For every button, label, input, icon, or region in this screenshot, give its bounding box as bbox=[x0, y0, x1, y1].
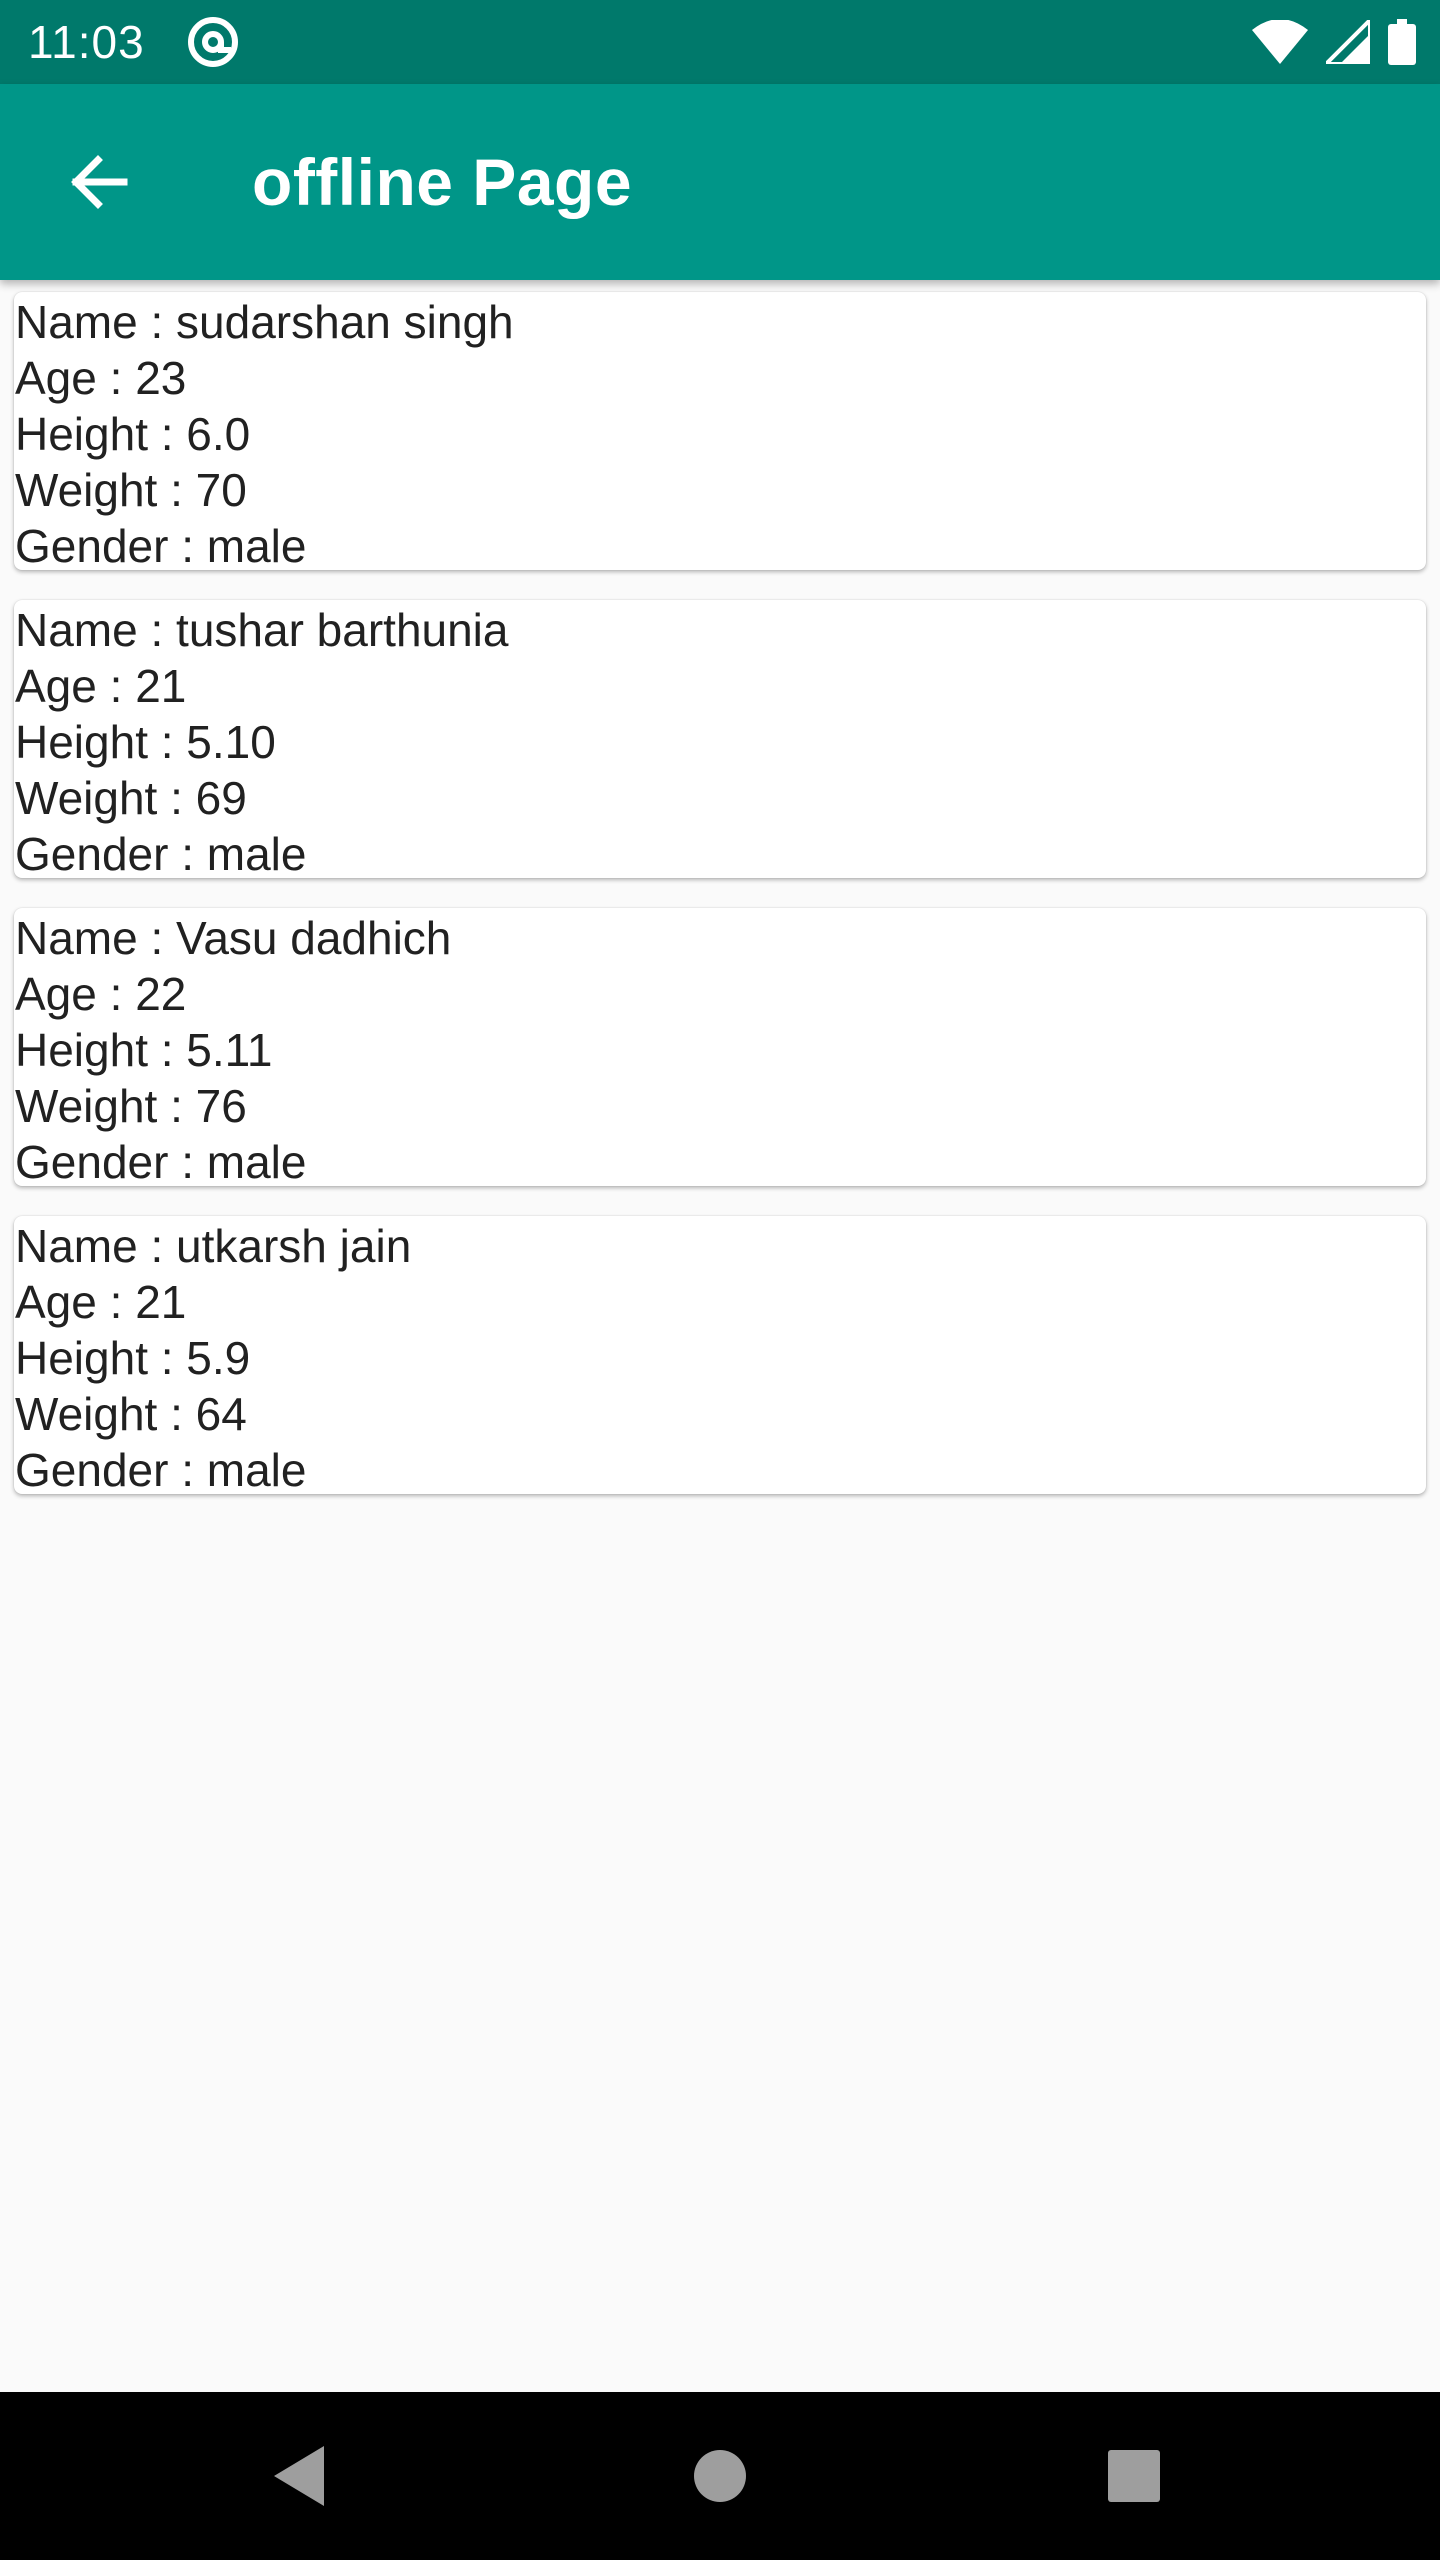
back-button[interactable] bbox=[50, 134, 146, 230]
person-height: Height : 6.0 bbox=[15, 408, 251, 460]
person-height: Height : 5.10 bbox=[15, 716, 276, 768]
person-gender: Gender : male bbox=[15, 1444, 307, 1496]
person-height: Height : 5.11 bbox=[15, 1024, 273, 1076]
person-age: Age : 22 bbox=[15, 968, 187, 1020]
person-card[interactable]: Name : Vasu dadhich Age : 22 Height : 5.… bbox=[14, 908, 1426, 1188]
navigation-bar bbox=[0, 2392, 1440, 2560]
home-circle-icon bbox=[694, 2450, 746, 2502]
recents-square-icon bbox=[1108, 2450, 1160, 2502]
arrow-back-icon bbox=[71, 155, 128, 209]
person-weight: Weight : 76 bbox=[15, 1080, 247, 1132]
person-card[interactable]: Name : sudarshan singh Age : 23 Height :… bbox=[14, 292, 1426, 572]
person-card[interactable]: Name : tushar barthunia Age : 21 Height … bbox=[14, 600, 1426, 880]
person-gender: Gender : male bbox=[15, 520, 307, 572]
person-weight: Weight : 70 bbox=[15, 464, 247, 516]
nav-home-button[interactable] bbox=[650, 2392, 790, 2560]
status-bar: 11:03 bbox=[0, 0, 1440, 84]
app-bar: offline Page bbox=[0, 84, 1440, 280]
wifi-icon bbox=[1252, 20, 1308, 64]
person-name: Name : Vasu dadhich bbox=[15, 912, 452, 964]
person-name: Name : sudarshan singh bbox=[15, 296, 514, 348]
cellular-signal-icon bbox=[1326, 20, 1370, 64]
at-sign-icon bbox=[188, 17, 238, 67]
page-title: offline Page bbox=[252, 145, 633, 219]
person-list: Name : sudarshan singh Age : 23 Height :… bbox=[14, 292, 1426, 1524]
person-name: Name : utkarsh jain bbox=[15, 1220, 412, 1272]
person-gender: Gender : male bbox=[15, 1136, 307, 1188]
person-age: Age : 21 bbox=[15, 1276, 187, 1328]
nav-recents-button[interactable] bbox=[1064, 2392, 1204, 2560]
person-height: Height : 5.9 bbox=[15, 1332, 251, 1384]
person-card[interactable]: Name : utkarsh jain Age : 21 Height : 5.… bbox=[14, 1216, 1426, 1496]
nav-back-button[interactable] bbox=[230, 2392, 370, 2560]
person-weight: Weight : 69 bbox=[15, 772, 247, 824]
person-age: Age : 23 bbox=[15, 352, 187, 404]
status-time: 11:03 bbox=[28, 16, 145, 68]
person-gender: Gender : male bbox=[15, 828, 307, 880]
battery-icon bbox=[1388, 19, 1416, 65]
person-name: Name : tushar barthunia bbox=[15, 604, 509, 656]
person-age: Age : 21 bbox=[15, 660, 187, 712]
back-triangle-icon bbox=[274, 2446, 324, 2506]
person-weight: Weight : 64 bbox=[15, 1388, 247, 1440]
